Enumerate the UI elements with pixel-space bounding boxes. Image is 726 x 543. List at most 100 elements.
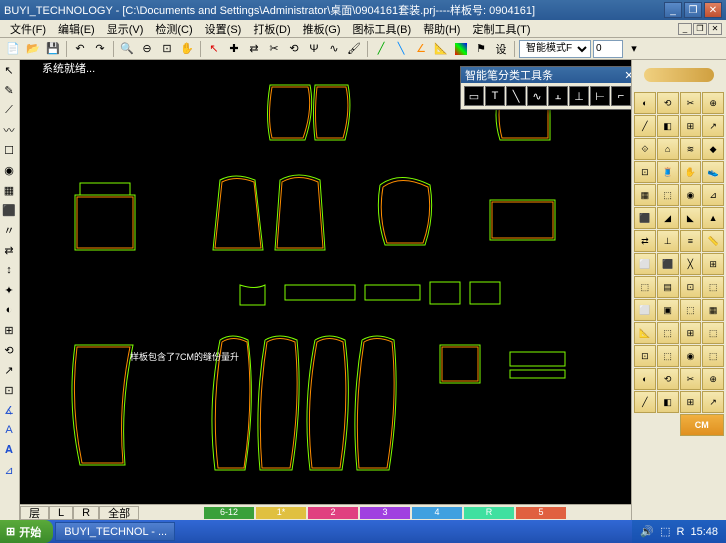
menu-custom[interactable]: 定制工具(T) [466, 20, 536, 38]
right-tool-9-2[interactable]: ⬚ [680, 299, 702, 321]
right-tool-1-3[interactable]: ↗ [702, 115, 724, 137]
right-tool-0-2[interactable]: ✂ [680, 92, 702, 114]
menu-grade[interactable]: 推板(G) [297, 20, 347, 38]
right-tool-3-0[interactable]: ⊡ [634, 161, 656, 183]
size-seg-2[interactable]: 2 [308, 507, 358, 519]
size-seg-0[interactable]: 6-12 [204, 507, 254, 519]
right-tool-12-1[interactable]: ⟲ [657, 368, 679, 390]
right-tool-9-1[interactable]: ▣ [657, 299, 679, 321]
right-tool-5-3[interactable]: ▲ [702, 207, 724, 229]
left-tool-1[interactable]: ✎ [0, 80, 18, 100]
tool-line-green-icon[interactable]: ╱ [372, 40, 390, 58]
right-tool-13-2[interactable]: ⊞ [680, 391, 702, 413]
tool-spinner-icon[interactable]: ▾ [625, 40, 643, 58]
right-tool-7-0[interactable]: ⬜ [634, 253, 656, 275]
minimize-button[interactable]: _ [664, 2, 682, 18]
tool-scissors-icon[interactable]: ✂ [265, 40, 283, 58]
right-tool-11-0[interactable]: ⊡ [634, 345, 656, 367]
right-tool-10-1[interactable]: ⬚ [657, 322, 679, 344]
mode-combo[interactable]: 智能模式F5 [519, 40, 591, 58]
right-tool-4-2[interactable]: ◉ [680, 184, 702, 206]
tool-open-icon[interactable]: 📂 [24, 40, 42, 58]
right-tool-13-3[interactable]: ↗ [702, 391, 724, 413]
smart-corner-icon[interactable]: ⌐ [611, 86, 631, 106]
right-tool-4-0[interactable]: ▦ [634, 184, 656, 206]
tool-curve-icon[interactable]: ∿ [325, 40, 343, 58]
unit-cm-button[interactable]: CM [680, 414, 725, 436]
right-tool-5-1[interactable]: ◢ [657, 207, 679, 229]
mdi-restore-button[interactable]: ❐ [693, 23, 707, 35]
left-tool-16[interactable]: ⊡ [0, 380, 18, 400]
smart-offset-icon[interactable]: ⫠ [548, 86, 568, 106]
right-tool-12-0[interactable]: ◐ [634, 368, 656, 390]
tool-measure-icon[interactable]: 📐 [432, 40, 450, 58]
left-tool-7[interactable]: ⬛ [0, 200, 18, 220]
right-tool-0-1[interactable]: ⟲ [657, 92, 679, 114]
tool-rotate-icon[interactable]: ⟲ [285, 40, 303, 58]
size-seg-3[interactable]: 3 [360, 507, 410, 519]
mdi-close-button[interactable]: ✕ [708, 23, 722, 35]
right-tool-8-3[interactable]: ⬚ [702, 276, 724, 298]
right-tool-1-1[interactable]: ◧ [657, 115, 679, 137]
left-tool-15[interactable]: ↗ [0, 360, 18, 380]
tray-icon[interactable]: R [677, 526, 685, 538]
right-tool-9-0[interactable]: ⬜ [634, 299, 656, 321]
tool-new-icon[interactable]: 📄 [4, 40, 22, 58]
tool-line-blue-icon[interactable]: ╲ [392, 40, 410, 58]
close-button[interactable]: ✕ [704, 2, 722, 18]
right-tool-3-1[interactable]: 🧵 [657, 161, 679, 183]
start-button[interactable]: ⊞ 开始 [0, 520, 53, 543]
layer-l-button[interactable]: L [49, 506, 73, 520]
smart-pen-toolbar[interactable]: 智能笔分类工具条 ✕ ▭ T ╲ ∿ ⫠ ⊥ ⊢ ⌐ [460, 66, 631, 110]
left-tool-0[interactable]: ↖ [0, 60, 18, 80]
smart-rect-icon[interactable]: ▭ [464, 86, 484, 106]
left-tool-10[interactable]: ↕ [0, 260, 18, 280]
right-tool-10-2[interactable]: ⊞ [680, 322, 702, 344]
right-tool-2-1[interactable]: ⌂ [657, 138, 679, 160]
left-tool-14[interactable]: ⟲ [0, 340, 18, 360]
tool-angle-icon[interactable]: ∠ [412, 40, 430, 58]
canvas[interactable]: 系统就绪... [20, 60, 631, 520]
right-tool-8-2[interactable]: ⊡ [680, 276, 702, 298]
num-input[interactable] [593, 40, 623, 58]
right-tool-12-2[interactable]: ✂ [680, 368, 702, 390]
smart-slash-icon[interactable]: ╲ [506, 86, 526, 106]
tool-gear-icon[interactable]: 设 [492, 40, 510, 58]
right-tool-11-2[interactable]: ◉ [680, 345, 702, 367]
tool-fork-icon[interactable]: Ψ [305, 40, 323, 58]
left-tool-2[interactable]: ⟋ [0, 100, 18, 120]
size-seg-4[interactable]: 4 [412, 507, 462, 519]
right-tool-1-0[interactable]: ╱ [634, 115, 656, 137]
layer-button[interactable]: 层 [20, 506, 49, 520]
tool-brush-icon[interactable]: 🖌 [345, 40, 363, 58]
right-tool-7-2[interactable]: ╳ [680, 253, 702, 275]
right-tool-11-1[interactable]: ⬚ [657, 345, 679, 367]
tool-palette-icon[interactable] [452, 40, 470, 58]
smart-t-icon[interactable]: T [485, 86, 505, 106]
right-tool-10-3[interactable]: ⬚ [702, 322, 724, 344]
tool-zoom-out-icon[interactable]: ⊖ [138, 40, 156, 58]
menu-check[interactable]: 检测(C) [149, 20, 198, 38]
right-tool-4-1[interactable]: ⬚ [657, 184, 679, 206]
right-tool-2-3[interactable]: ◆ [702, 138, 724, 160]
size-seg-6[interactable]: 5 [516, 507, 566, 519]
smart-wave-icon[interactable]: ∿ [527, 86, 547, 106]
left-tool-17[interactable]: ∡ [0, 400, 18, 420]
right-tool-11-3[interactable]: ⬚ [702, 345, 724, 367]
right-tool-5-2[interactable]: ◣ [680, 207, 702, 229]
bullet-icon[interactable] [644, 68, 714, 82]
right-tool-9-3[interactable]: ▦ [702, 299, 724, 321]
system-tray[interactable]: 🔊 ⬚ R 15:48 [632, 520, 726, 543]
size-seg-1[interactable]: 1* [256, 507, 306, 519]
left-tool-8[interactable]: 〃 [0, 220, 18, 240]
right-tool-5-0[interactable]: ⬛ [634, 207, 656, 229]
right-tool-1-2[interactable]: ⊞ [680, 115, 702, 137]
right-tool-8-1[interactable]: ▤ [657, 276, 679, 298]
layer-r-button[interactable]: R [73, 506, 99, 520]
right-tool-13-1[interactable]: ◧ [657, 391, 679, 413]
menu-file[interactable]: 文件(F) [4, 20, 52, 38]
tool-move-icon[interactable]: ⇄ [245, 40, 263, 58]
smart-toolbar-title[interactable]: 智能笔分类工具条 ✕ [461, 67, 631, 83]
right-tool-4-3[interactable]: ⊿ [702, 184, 724, 206]
left-tool-20[interactable]: ⊿ [0, 460, 18, 480]
